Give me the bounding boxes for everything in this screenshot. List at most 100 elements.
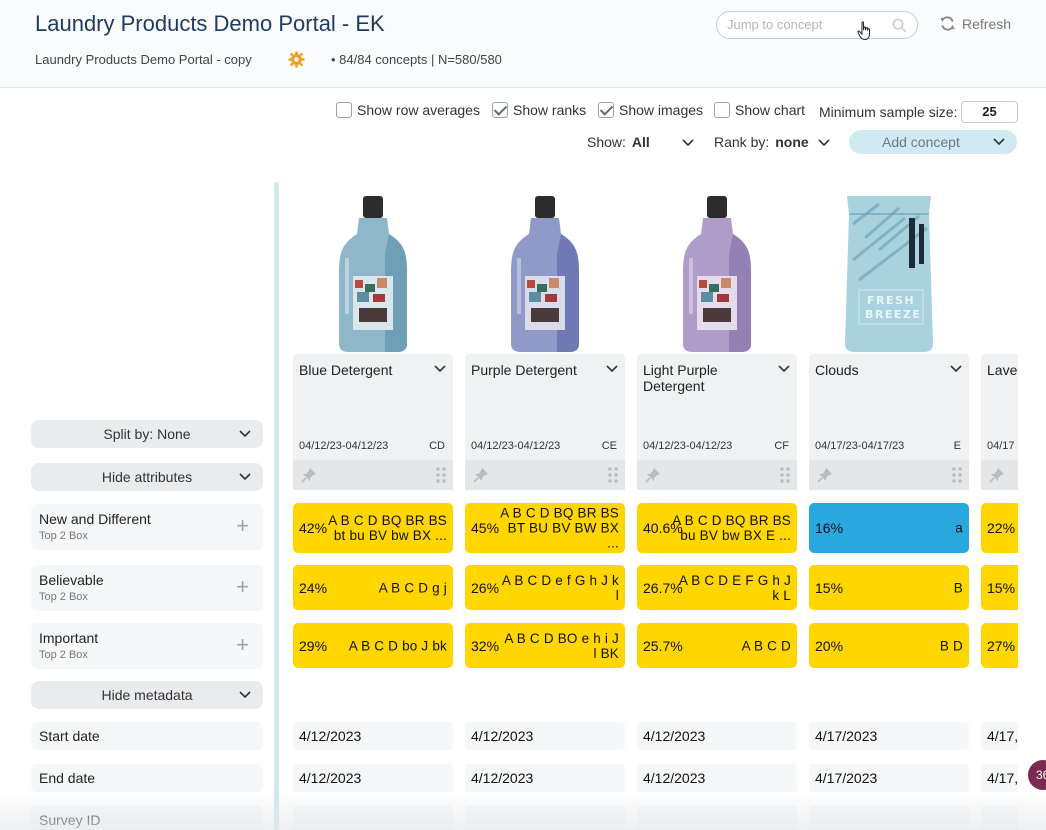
chevron-down-icon[interactable] (950, 363, 962, 375)
end-date-value: 4/17, (981, 764, 1018, 792)
concept-code: CE (601, 440, 617, 452)
drag-handle-icon[interactable] (951, 466, 963, 484)
start-date-value: 4/12/2023 (293, 722, 453, 750)
pin-icon[interactable] (645, 467, 661, 483)
plus-icon[interactable]: + (236, 634, 249, 656)
checkbox-box-checked[interactable] (492, 102, 508, 118)
drag-handle-icon[interactable] (435, 466, 447, 484)
concept-column: Purple Detergent 04/12/23-04/12/23 CE 45… (465, 180, 625, 830)
show-row-averages-checkbox[interactable]: Show row averages (336, 102, 480, 118)
value-cell[interactable]: 22% (981, 503, 1018, 553)
value-percent: 25.7% (643, 637, 683, 654)
value-letters: A B C D g j (378, 580, 447, 595)
chevron-down-icon[interactable] (434, 363, 446, 375)
pin-icon[interactable] (473, 467, 489, 483)
concept-dates: 04/12/23-04/12/23 (299, 440, 389, 452)
min-sample-label: Minimum sample size: (819, 104, 958, 120)
concept-dates: 04/17 (987, 440, 1015, 452)
value-percent: 42% (299, 520, 328, 536)
value-cell[interactable]: 25.7% A B C D (637, 623, 797, 668)
value-cell[interactable]: 45% A B C D BQ BR BS BT BU BV BW BX ... (465, 503, 625, 553)
concept-actions (637, 460, 797, 490)
concept-card[interactable]: Purple Detergent 04/12/23-04/12/23 CE (465, 354, 625, 460)
value-cell[interactable]: 40.6% A B C D BQ BR BS bu BV bw BX E ... (637, 503, 797, 553)
show-ranks-checkbox[interactable]: Show ranks (492, 102, 586, 118)
value-cell[interactable]: 29% A B C D bo J bk (293, 623, 453, 668)
plus-icon[interactable]: + (236, 515, 249, 537)
show-value: All (631, 134, 650, 150)
concept-name: Clouds (815, 362, 859, 378)
value-letters: a (955, 520, 963, 536)
pin-icon[interactable] (817, 467, 833, 483)
display-options: Show row averages Show ranks Show images… (0, 101, 1046, 124)
rank-label: Rank by: (714, 134, 770, 150)
drag-handle-icon[interactable] (607, 466, 619, 484)
concept-card[interactable]: Clouds 04/17/23-04/17/23 E (809, 354, 969, 460)
add-concept-button[interactable]: Add concept (849, 130, 1017, 154)
chevron-down-icon[interactable] (778, 363, 790, 375)
min-sample-input[interactable]: 25 (961, 101, 1018, 123)
column-resize-handle[interactable] (274, 182, 279, 830)
value-letters: A B C D BQ BR BS bt bu BV bw BX ... (328, 513, 447, 543)
value-letters: A B C D BQ BR BS bu BV bw BX E ... (672, 513, 791, 543)
survey-id-value (465, 806, 625, 830)
checkbox-label: Show ranks (513, 102, 587, 118)
value-cell[interactable]: 42% A B C D BQ BR BS bt bu BV bw BX ... (293, 503, 453, 553)
concept-actions (981, 460, 1018, 490)
pin-icon[interactable] (989, 467, 1005, 483)
chevron-down-icon[interactable] (606, 363, 618, 375)
search-icon[interactable] (892, 18, 907, 33)
jump-to-concept-search[interactable] (716, 11, 918, 39)
value-cell[interactable]: 26.7% A B C D E F G h J k L (637, 565, 797, 610)
value-cell[interactable]: 26% A B C D e f G h J k l (465, 565, 625, 610)
search-input[interactable] (727, 17, 877, 32)
start-date-value: 4/12/2023 (465, 722, 625, 750)
value-percent: 27% (987, 637, 1016, 654)
drag-handle-icon[interactable] (779, 466, 791, 484)
checkbox-box-checked[interactable] (598, 102, 614, 118)
value-percent: 26% (471, 579, 500, 596)
concept-actions (293, 460, 453, 490)
chevron-down-icon[interactable] (818, 137, 830, 149)
concept-card[interactable]: Light Purple Detergent 04/12/23-04/12/23… (637, 354, 797, 460)
pin-icon[interactable] (301, 467, 317, 483)
value-cell[interactable]: 15% B (809, 565, 969, 610)
metadata-survey-id: Survey ID (31, 806, 263, 830)
svg-text:BREEZE: BREEZE (865, 308, 921, 321)
concept-column: Blue Detergent 04/12/23-04/12/23 CD 42% A… (293, 180, 453, 830)
start-date-value: 4/17, (981, 722, 1018, 750)
refresh-button[interactable]: Refresh (939, 15, 1011, 32)
hide-attributes-button[interactable]: Hide attributes (31, 463, 263, 491)
show-filter-dropdown[interactable]: Show: All (587, 134, 650, 150)
hand-cursor-icon (857, 21, 870, 41)
value-cell[interactable]: 32% A B C D BO e h i J l BK (465, 623, 625, 668)
value-letters: A B C D BQ BR BS BT BU BV BW BX ... (500, 505, 619, 551)
checkbox-box[interactable] (714, 102, 730, 118)
concept-card[interactable]: Blue Detergent 04/12/23-04/12/23 CD (293, 354, 453, 460)
checkbox-box[interactable] (336, 102, 352, 118)
survey-id-value (981, 806, 1018, 830)
chevron-down-icon[interactable] (682, 137, 694, 149)
value-cell[interactable]: 16% a (809, 503, 969, 553)
concept-column: FRESH BREEZE Clouds 04/17/23-04/17/23 E … (809, 180, 969, 830)
value-cell[interactable]: 24% A B C D g j (293, 565, 453, 610)
value-cell[interactable]: 20% B D (809, 623, 969, 668)
concept-grid: Blue Detergent 04/12/23-04/12/23 CD 42% A… (280, 180, 1018, 830)
concept-column: Lave 04/17 22% 15% 27% 4/17, 4/17, (981, 180, 1018, 830)
value-cell[interactable]: 15% (981, 565, 1018, 610)
concept-card[interactable]: Lave 04/17 (981, 354, 1018, 460)
chevron-down-icon[interactable] (993, 136, 1005, 148)
gear-icon[interactable] (288, 51, 305, 68)
value-percent: 29% (299, 637, 328, 654)
value-percent: 20% (815, 637, 844, 654)
chat-badge[interactable]: 36 (1028, 760, 1046, 790)
value-letters: A B C D (741, 638, 791, 653)
plus-icon[interactable]: + (236, 576, 249, 598)
hide-metadata-button[interactable]: Hide metadata (31, 681, 263, 709)
split-by-dropdown[interactable]: Split by: None (31, 420, 263, 448)
show-images-checkbox[interactable]: Show images (598, 102, 703, 118)
refresh-icon (940, 16, 955, 31)
show-chart-checkbox[interactable]: Show chart (714, 102, 805, 118)
value-cell[interactable]: 27% (981, 623, 1018, 668)
rank-by-dropdown[interactable]: Rank by: none (714, 134, 809, 150)
